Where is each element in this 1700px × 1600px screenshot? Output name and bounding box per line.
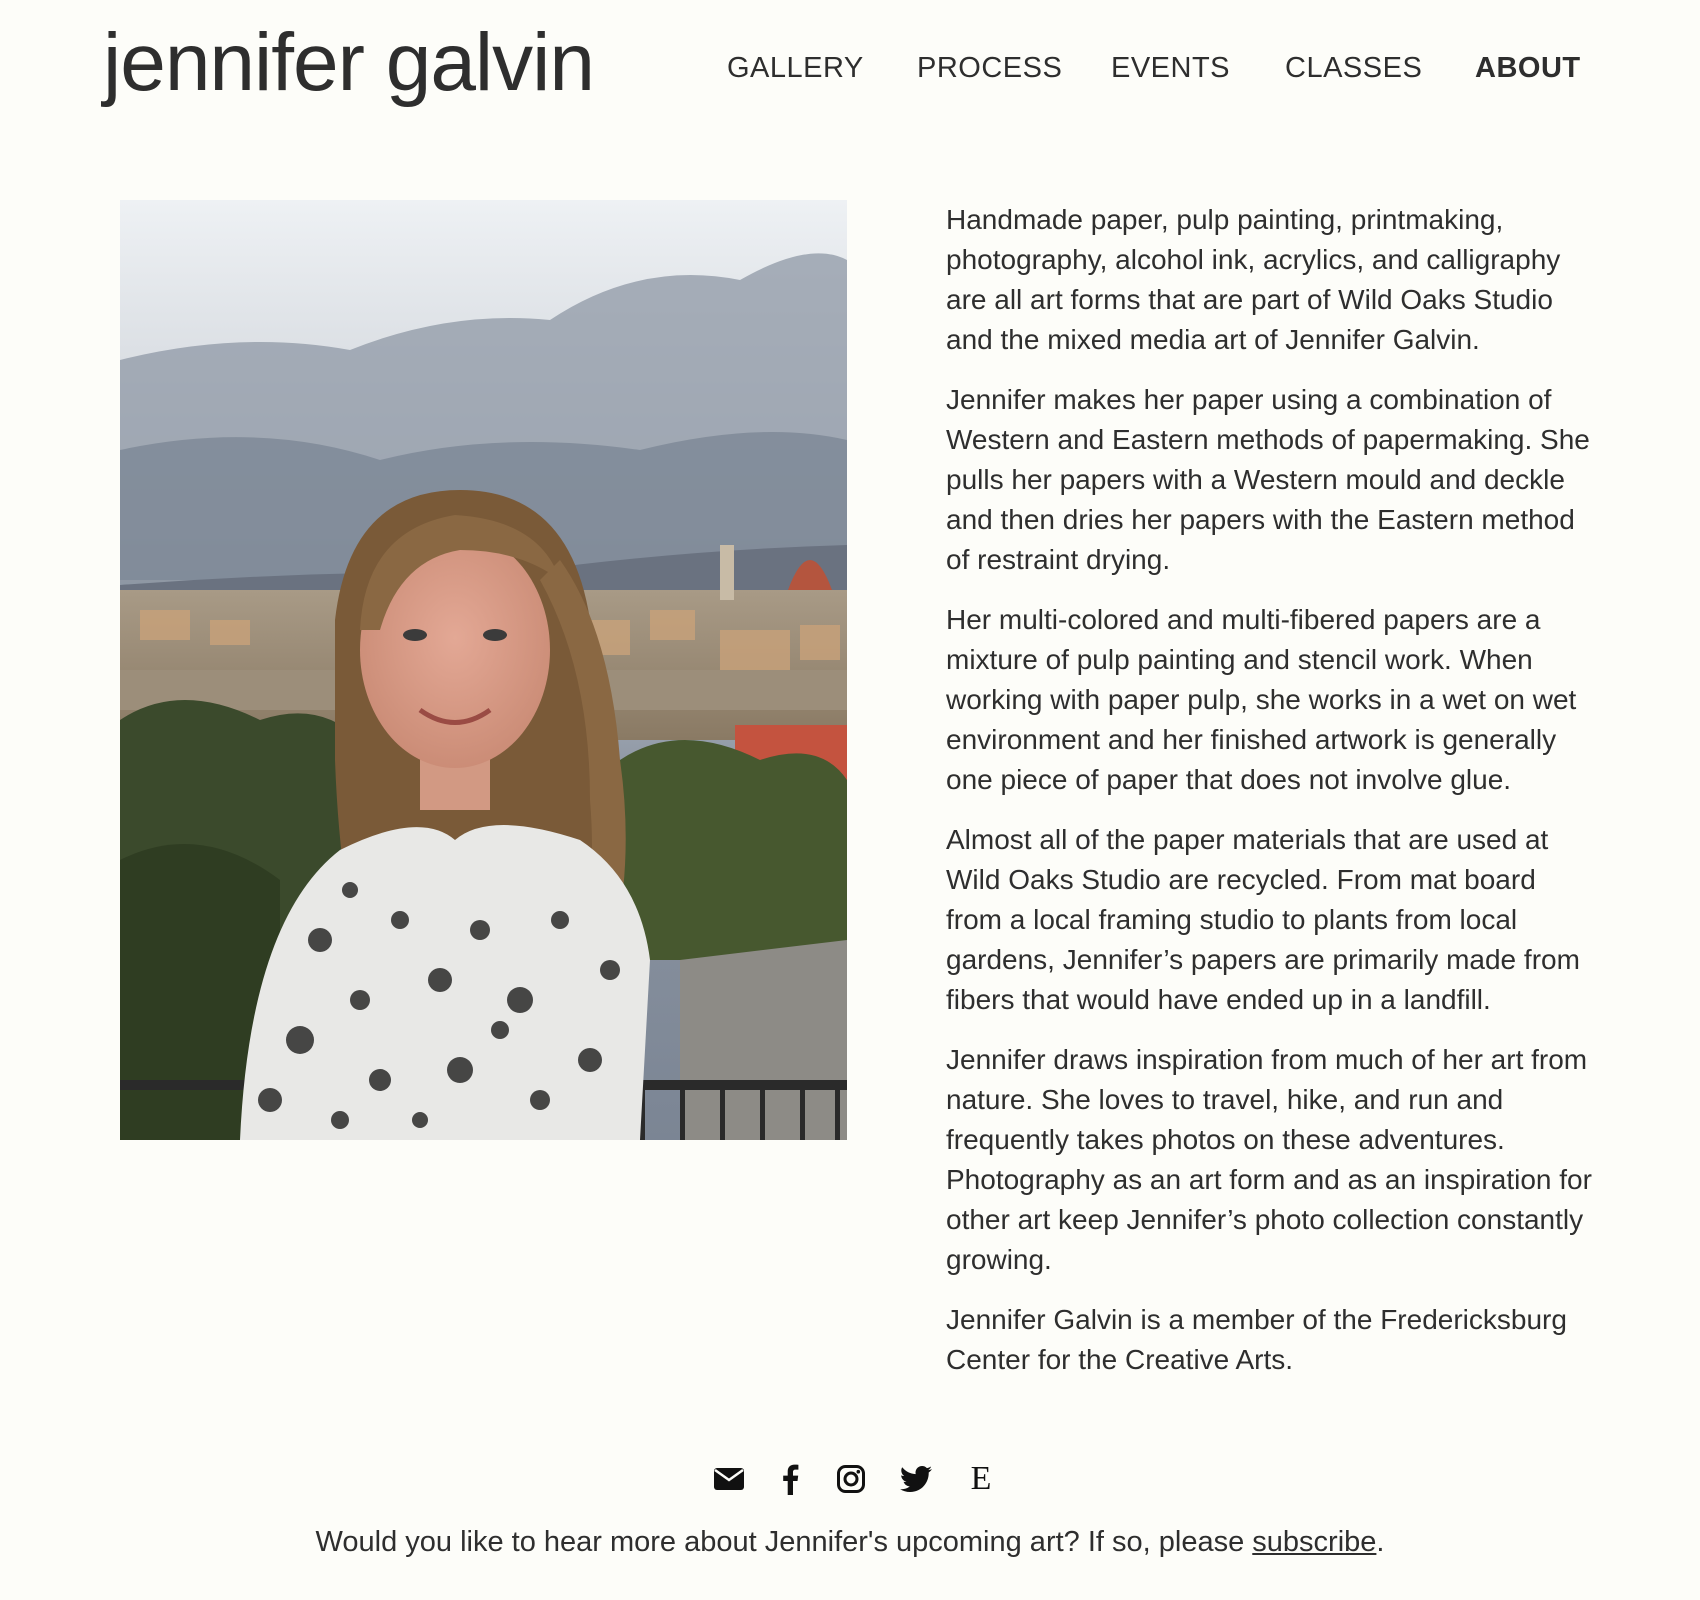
subscribe-message: Would you like to hear more about Jennif… [0, 1526, 1700, 1559]
etsy-letter: E [970, 1460, 992, 1497]
nav-gallery[interactable]: GALLERY [727, 52, 864, 85]
bio-paragraph: Handmade paper, pulp painting, printmaki… [946, 204, 1561, 355]
nav-classes[interactable]: CLASSES [1285, 52, 1422, 85]
bio-paragraph: Jennifer makes her paper using a combina… [946, 384, 1590, 575]
social-links: E [0, 1462, 1700, 1502]
nav-events[interactable]: EVENTS [1111, 52, 1230, 85]
envelope-icon[interactable] [712, 1462, 746, 1496]
subscribe-suffix: . [1376, 1526, 1385, 1558]
twitter-icon[interactable] [899, 1462, 933, 1496]
bio-text: Handmade paper, pulp painting, printmaki… [946, 200, 1596, 1400]
bio-paragraph: Almost all of the paper materials that a… [946, 824, 1580, 1015]
main-nav: GALLERY PROCESS EVENTS CLASSES ABOUT [0, 52, 1700, 92]
bio-paragraph: Jennifer Galvin is a member of the Frede… [946, 1304, 1567, 1375]
subscribe-link[interactable]: subscribe [1252, 1526, 1376, 1558]
artist-portrait-photo [120, 200, 847, 1140]
bio-paragraph: Jennifer draws inspiration from much of … [946, 1044, 1592, 1275]
nav-process[interactable]: PROCESS [917, 52, 1062, 85]
about-page: jennifer galvin GALLERY PROCESS EVENTS C… [0, 0, 1700, 1600]
facebook-icon[interactable] [773, 1462, 807, 1496]
etsy-icon[interactable]: E [964, 1462, 998, 1496]
instagram-icon[interactable] [834, 1462, 868, 1496]
subscribe-prefix: Would you like to hear more about Jennif… [315, 1526, 1253, 1558]
nav-about[interactable]: ABOUT [1475, 52, 1581, 85]
bio-paragraph: Her multi-colored and multi-fibered pape… [946, 604, 1577, 795]
